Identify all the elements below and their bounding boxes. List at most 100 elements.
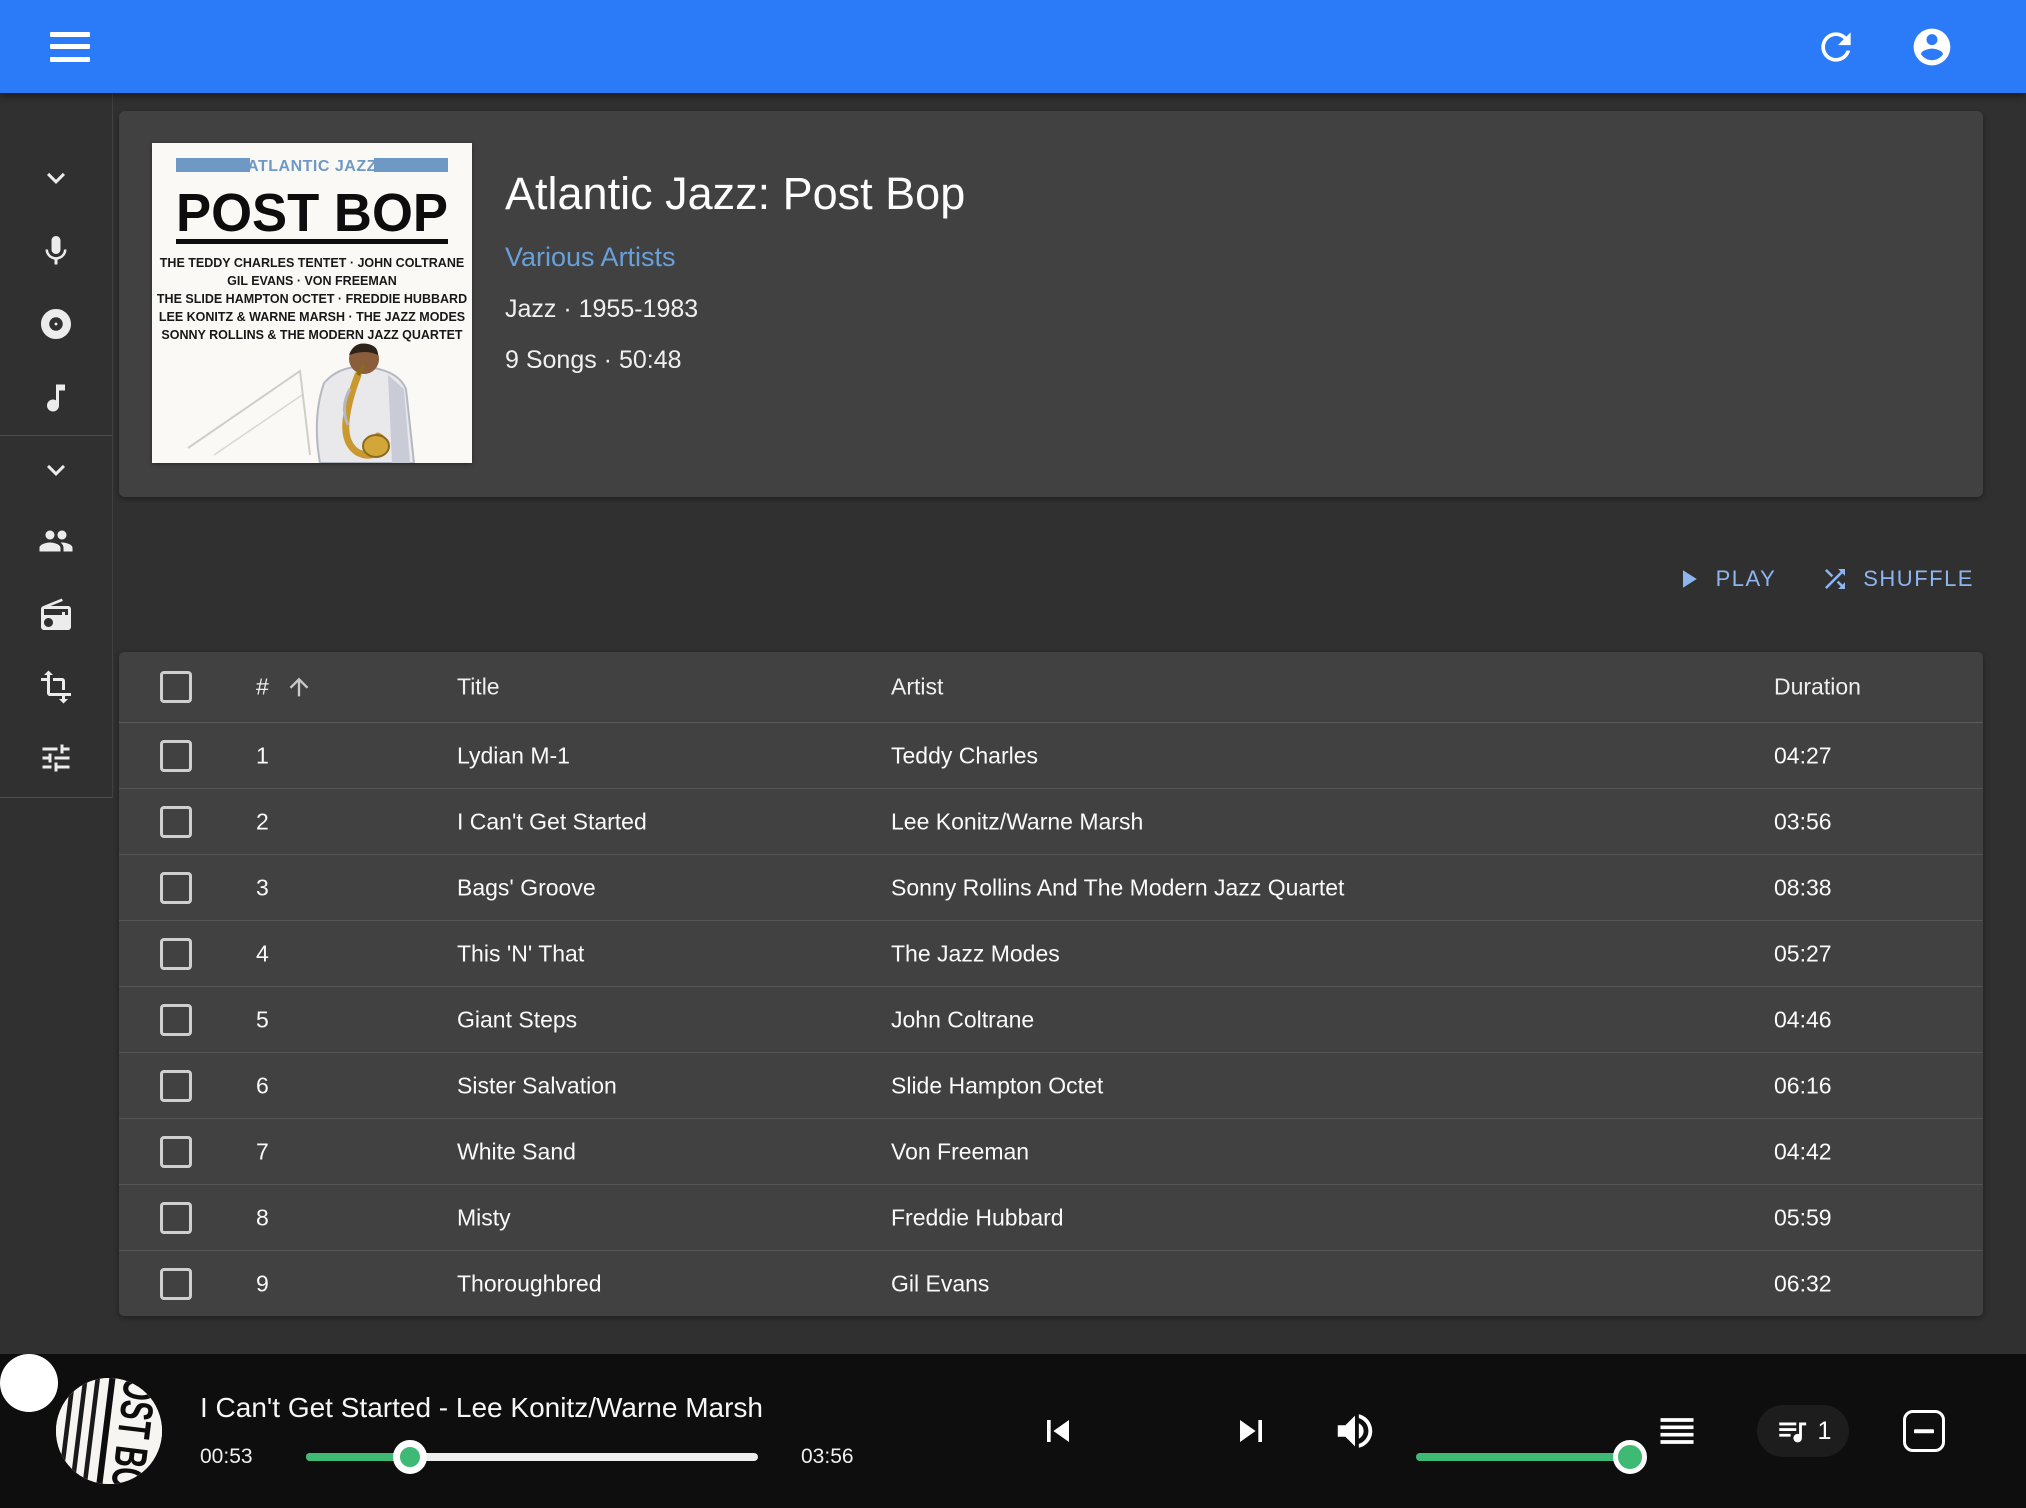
track-title[interactable]: Sister Salvation [457, 1072, 617, 1099]
table-row[interactable]: 5 Giant Steps John Coltrane 04:46 [119, 987, 1983, 1053]
album-title: Atlantic Jazz: Post Bop [505, 171, 965, 216]
track-artist[interactable]: Sonny Rollins And The Modern Jazz Quarte… [891, 874, 1344, 901]
sort-ascending-icon[interactable] [285, 673, 313, 701]
track-artist[interactable]: John Coltrane [891, 1006, 1034, 1033]
track-artist[interactable]: Teddy Charles [891, 742, 1038, 769]
album-artist-link[interactable]: Various Artists [505, 242, 965, 273]
row-checkbox[interactable] [160, 1004, 192, 1036]
skip-next-icon[interactable] [1229, 1409, 1273, 1453]
track-title[interactable]: White Sand [457, 1138, 576, 1165]
row-checkbox[interactable] [160, 740, 192, 772]
track-duration: 04:46 [1774, 1006, 1832, 1033]
svg-text:SONNY ROLLINS & THE MODERN JAZ: SONNY ROLLINS & THE MODERN JAZZ QUARTET [161, 328, 463, 342]
collapse-player-icon[interactable] [1903, 1410, 1945, 1452]
svg-text:THE SLIDE HAMPTON OCTET · FRED: THE SLIDE HAMPTON OCTET · FREDDIE HUBBAR… [157, 292, 467, 306]
track-number: 4 [256, 940, 269, 967]
pause-button[interactable] [0, 1354, 58, 1412]
sidebar-divider [0, 435, 112, 436]
play-icon [1673, 564, 1703, 594]
table-row[interactable]: 7 White Sand Von Freeman 04:42 [119, 1119, 1983, 1185]
sidebar [0, 93, 113, 798]
volume-up-icon[interactable] [1332, 1408, 1378, 1454]
header-number[interactable]: # [256, 674, 269, 701]
track-artist[interactable]: Freddie Hubbard [891, 1204, 1064, 1231]
svg-text:GIL EVANS · VON FREEMAN: GIL EVANS · VON FREEMAN [227, 274, 397, 288]
album-cover-art: ATLANTIC JAZZ POST BOP THE TEDDY CHARLES… [152, 143, 472, 463]
table-row[interactable]: 2 I Can't Get Started Lee Konitz/Warne M… [119, 789, 1983, 855]
volume-slider[interactable] [1416, 1453, 1630, 1461]
track-title[interactable]: I Can't Get Started [457, 808, 647, 835]
track-number: 6 [256, 1072, 269, 1099]
album-genre-years: Jazz · 1955-1983 [505, 295, 965, 324]
album-songs-summary: 9 Songs · 50:48 [505, 346, 965, 375]
header-duration[interactable]: Duration [1774, 674, 1861, 701]
table-row[interactable]: 3 Bags' Groove Sonny Rollins And The Mod… [119, 855, 1983, 921]
track-artist[interactable]: The Jazz Modes [891, 940, 1060, 967]
queue-count: 1 [1818, 1417, 1832, 1446]
shuffle-icon [1820, 564, 1850, 594]
track-number: 1 [256, 742, 269, 769]
queue-list-icon[interactable] [1655, 1409, 1699, 1453]
shuffle-button[interactable]: SHUFFLE [1820, 564, 1974, 594]
radio-icon[interactable] [38, 597, 74, 633]
row-checkbox[interactable] [160, 1136, 192, 1168]
track-number: 8 [256, 1204, 269, 1231]
row-checkbox[interactable] [160, 1202, 192, 1234]
album-header-card: ATLANTIC JAZZ POST BOP THE TEDDY CHARLES… [119, 111, 1983, 497]
header-artist[interactable]: Artist [891, 674, 943, 701]
track-number: 5 [256, 1006, 269, 1033]
row-checkbox[interactable] [160, 872, 192, 904]
track-artist[interactable]: Von Freeman [891, 1138, 1029, 1165]
album-info: Atlantic Jazz: Post Bop Various Artists … [505, 171, 965, 375]
track-title[interactable]: Lydian M-1 [457, 742, 570, 769]
track-duration: 04:27 [1774, 742, 1832, 769]
track-artist[interactable]: Lee Konitz/Warne Marsh [891, 808, 1143, 835]
track-artist[interactable]: Gil Evans [891, 1270, 989, 1297]
shuffle-label: SHUFFLE [1863, 566, 1974, 592]
row-checkbox[interactable] [160, 1268, 192, 1300]
table-row[interactable]: 1 Lydian M-1 Teddy Charles 04:27 [119, 723, 1983, 789]
row-checkbox[interactable] [160, 806, 192, 838]
track-number: 7 [256, 1138, 269, 1165]
header-title[interactable]: Title [457, 674, 500, 701]
album-disc-icon[interactable] [38, 306, 74, 342]
track-title[interactable]: Misty [457, 1204, 511, 1231]
track-artist[interactable]: Slide Hampton Octet [891, 1072, 1103, 1099]
queue-music-icon [1775, 1414, 1809, 1448]
track-duration: 06:32 [1774, 1270, 1832, 1297]
tune-icon[interactable] [38, 740, 74, 776]
svg-text:LEE KONITZ & WARNE MARSH · THE: LEE KONITZ & WARNE MARSH · THE JAZZ MODE… [159, 310, 465, 324]
row-checkbox[interactable] [160, 938, 192, 970]
track-title[interactable]: This 'N' That [457, 940, 584, 967]
play-button[interactable]: PLAY [1673, 564, 1777, 594]
album-actions: PLAY SHUFFLE [1673, 550, 1974, 608]
chevron-down-icon[interactable] [38, 452, 74, 488]
track-number: 9 [256, 1270, 269, 1297]
menu-icon[interactable] [50, 32, 90, 62]
select-all-checkbox[interactable] [160, 671, 192, 703]
svg-text:POST BOP: POST BOP [176, 183, 448, 243]
music-note-icon[interactable] [38, 380, 74, 416]
track-title[interactable]: Bags' Groove [457, 874, 596, 901]
people-icon[interactable] [38, 523, 74, 559]
account-circle-icon[interactable] [1910, 25, 1954, 69]
table-row[interactable]: 4 This 'N' That The Jazz Modes 05:27 [119, 921, 1983, 987]
track-title[interactable]: Giant Steps [457, 1006, 577, 1033]
track-duration: 03:56 [1774, 808, 1832, 835]
play-label: PLAY [1716, 566, 1777, 592]
track-title[interactable]: Thoroughbred [457, 1270, 602, 1297]
volume-thumb[interactable] [1613, 1440, 1647, 1474]
queue-count-button[interactable]: 1 [1757, 1405, 1849, 1457]
table-row[interactable]: 9 Thoroughbred Gil Evans 06:32 [119, 1251, 1983, 1316]
transform-icon[interactable] [38, 669, 74, 705]
track-duration: 08:38 [1774, 874, 1832, 901]
row-checkbox[interactable] [160, 1070, 192, 1102]
chevron-down-icon[interactable] [38, 160, 74, 196]
track-duration: 04:42 [1774, 1138, 1832, 1165]
microphone-icon[interactable] [38, 233, 74, 269]
refresh-icon[interactable] [1814, 25, 1858, 69]
table-row[interactable]: 6 Sister Salvation Slide Hampton Octet 0… [119, 1053, 1983, 1119]
table-row[interactable]: 8 Misty Freddie Hubbard 05:59 [119, 1185, 1983, 1251]
player-bar: POST BOP I Can't Get Started - Lee Konit… [0, 1354, 2026, 1508]
pause-icon [0, 1354, 2026, 1508]
